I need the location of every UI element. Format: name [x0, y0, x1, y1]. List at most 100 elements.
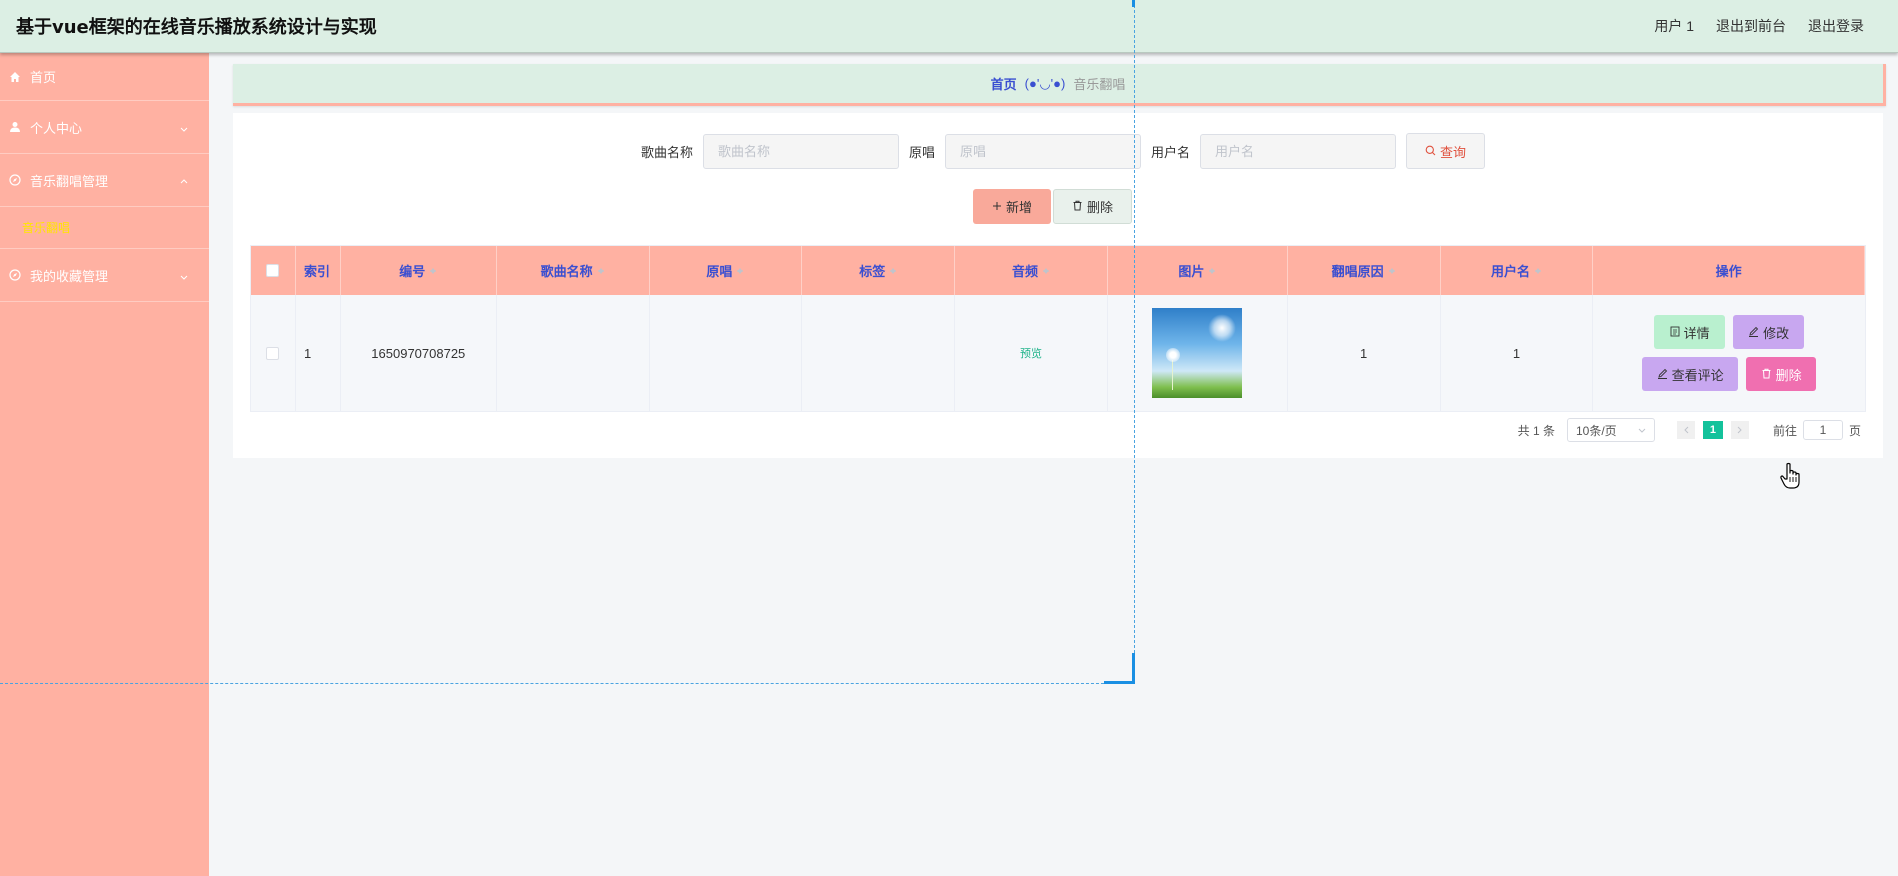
sidebar-item-home[interactable]: 首页	[0, 53, 209, 101]
hand-cursor-icon	[1779, 462, 1803, 493]
column-header[interactable]: 翻唱原因	[1288, 246, 1441, 295]
table-row: 1 1650970708725 预览 1 1 详情 修改 查看评论 删除	[251, 295, 1865, 411]
select-all-checkbox[interactable]	[266, 264, 280, 277]
column-label: 歌曲名称	[540, 264, 593, 279]
breadcrumb-home[interactable]: 首页	[991, 74, 1017, 93]
selection-corner[interactable]	[1132, 653, 1135, 683]
sort-icon[interactable]	[736, 265, 744, 277]
prev-page-button[interactable]	[1676, 421, 1695, 439]
breadcrumb: 首页 (●'◡'●) 音乐翻唱	[233, 64, 1886, 106]
row-checkbox[interactable]	[266, 346, 280, 360]
column-header[interactable]: 原唱	[650, 246, 803, 295]
table-header: 索引 编号 歌曲名称 原唱 标签 音频 图片 翻唱原因 用户名 操作	[251, 246, 1866, 295]
sort-icon[interactable]	[429, 265, 437, 277]
original-cell	[650, 295, 803, 411]
query-button[interactable]: 查询	[1406, 133, 1486, 169]
original-singer-input[interactable]	[945, 133, 1141, 169]
batch-delete-button[interactable]: 删除	[1053, 189, 1132, 224]
song-name-label: 歌曲名称	[640, 144, 693, 160]
sort-icon[interactable]	[889, 265, 897, 277]
song-name-input[interactable]	[702, 133, 899, 169]
sort-icon[interactable]	[1208, 265, 1216, 277]
back-to-front-link[interactable]: 退出到前台	[1716, 16, 1786, 36]
column-header[interactable]: 标签	[802, 246, 956, 295]
total-count: 共 1 条	[1517, 423, 1555, 438]
next-page-button[interactable]	[1730, 421, 1749, 439]
user-icon	[8, 120, 22, 134]
column-header[interactable]: 音频	[955, 246, 1108, 295]
home-icon	[8, 70, 22, 84]
plus-icon	[992, 199, 1002, 214]
sidebar-item-personal-center[interactable]: 个人中心	[0, 101, 209, 154]
sort-icon[interactable]	[1534, 265, 1542, 277]
add-button-label: 新增	[1005, 200, 1032, 215]
sidebar-subitem-music-cover[interactable]: 音乐翻唱	[0, 207, 209, 249]
selection-handle	[1132, 0, 1135, 7]
song-cell	[497, 295, 650, 411]
reason-cell: 1	[1288, 295, 1441, 411]
add-button[interactable]: 新增	[973, 189, 1051, 224]
edit-button[interactable]: 修改	[1733, 315, 1805, 349]
sort-icon[interactable]	[1042, 265, 1050, 277]
sidebar-item-favorites-management[interactable]: 我的收藏管理	[0, 249, 209, 302]
detail-label: 详情	[1683, 325, 1710, 341]
selection-corner[interactable]	[1104, 681, 1135, 684]
index-cell: 1	[296, 295, 341, 411]
edit-icon	[1657, 367, 1668, 382]
top-header: 基于vue框架的在线音乐播放系统设计与实现 用户 1 退出到前台 退出登录	[0, 0, 1898, 53]
column-header: 操作	[1593, 246, 1866, 295]
app-title: 基于vue框架的在线音乐播放系统设计与实现	[16, 17, 377, 38]
goto-prefix: 前往	[1772, 423, 1797, 438]
data-table: 索引 编号 歌曲名称 原唱 标签 音频 图片 翻唱原因 用户名 操作 1 165…	[250, 245, 1866, 412]
sidebar-item-label: 音乐翻唱管理	[30, 173, 109, 189]
column-label: 原唱	[706, 264, 733, 279]
sort-icon[interactable]	[1388, 265, 1396, 277]
operations-cell: 详情 修改 查看评论 删除	[1593, 295, 1865, 411]
audio-preview-link[interactable]: 预览	[1020, 345, 1042, 361]
sort-icon[interactable]	[597, 265, 605, 277]
cover-image	[1152, 308, 1243, 398]
row-delete-button[interactable]: 删除	[1746, 357, 1817, 391]
sidebar-item-label: 我的收藏管理	[30, 268, 109, 284]
number-cell: 1650970708725	[341, 295, 497, 411]
column-label: 操作	[1715, 264, 1742, 279]
edit-icon	[1748, 325, 1759, 340]
sidebar-item-cover-management[interactable]: 音乐翻唱管理	[0, 154, 209, 207]
view-comments-button[interactable]: 查看评论	[1642, 357, 1739, 391]
chevron-down-icon	[179, 122, 189, 132]
username-input[interactable]	[1200, 133, 1397, 169]
page-size-value: 10条/页	[1575, 423, 1617, 438]
column-label: 用户名	[1490, 264, 1530, 279]
chevron-down-icon	[179, 270, 189, 280]
chevron-up-icon	[179, 175, 189, 185]
trash-icon	[1072, 199, 1083, 214]
detail-button[interactable]: 详情	[1654, 315, 1726, 349]
goto-suffix: 页	[1848, 423, 1861, 438]
column-label: 索引	[303, 264, 330, 279]
column-label: 标签	[859, 264, 886, 279]
audio-cell: 预览	[955, 295, 1108, 411]
column-header[interactable]: 编号	[341, 246, 497, 295]
column-label: 音频	[1012, 264, 1039, 279]
selection-guide-horizontal	[0, 683, 1134, 684]
selection-guide-vertical	[1134, 0, 1135, 683]
compass-icon	[8, 173, 22, 187]
current-user[interactable]: 用户 1	[1654, 16, 1694, 36]
page-size-select[interactable]: 10条/页	[1566, 418, 1655, 442]
column-header[interactable]: 用户名	[1441, 246, 1594, 295]
column-label: 图片	[1178, 264, 1205, 279]
breadcrumb-current: 音乐翻唱	[1073, 77, 1126, 92]
column-label: 翻唱原因	[1331, 264, 1384, 279]
search-bar: 歌曲名称 原唱 用户名 查询	[233, 133, 1883, 169]
content-panel: 歌曲名称 原唱 用户名 查询 新增 删除 索引	[233, 113, 1883, 458]
goto-page-input[interactable]: 1	[1802, 420, 1843, 440]
username-label: 用户名	[1151, 144, 1191, 160]
logout-link[interactable]: 退出登录	[1808, 16, 1864, 36]
page-number[interactable]: 1	[1702, 421, 1723, 439]
original-singer-label: 原唱	[908, 144, 935, 160]
delete-button-label: 删除	[1086, 200, 1113, 215]
trash-icon	[1761, 367, 1772, 382]
column-header[interactable]: 歌曲名称	[497, 246, 650, 295]
header-checkbox-cell	[251, 246, 296, 295]
compass-icon	[8, 268, 22, 282]
